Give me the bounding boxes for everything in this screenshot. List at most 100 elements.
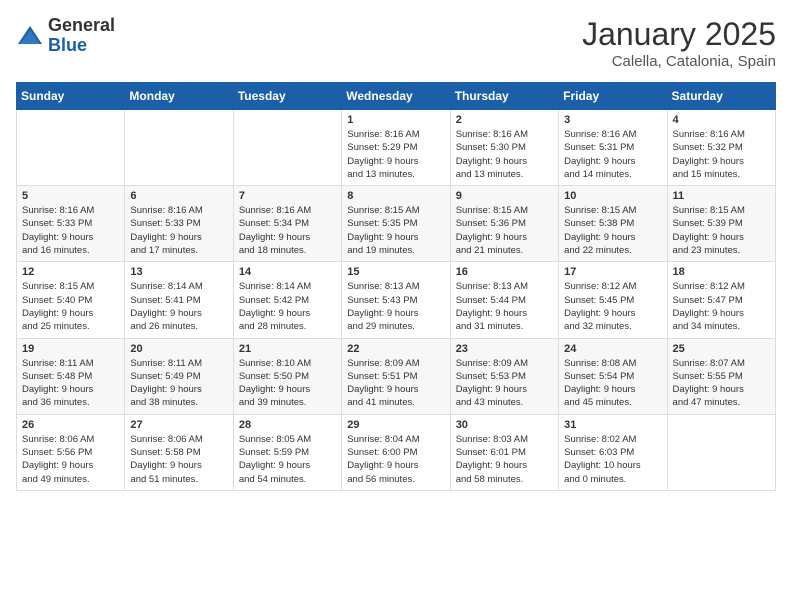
day-info: Sunrise: 8:16 AM Sunset: 5:32 PM Dayligh… <box>673 128 770 181</box>
day-number: 14 <box>239 266 336 278</box>
month-title: January 2025 <box>582 16 776 53</box>
day-number: 6 <box>130 190 227 202</box>
calendar-cell: 12 Sunrise: 8:15 AM Sunset: 5:40 PM Dayli… <box>17 262 125 338</box>
page-header: General Blue January 2025 Calella, Catal… <box>16 16 776 70</box>
day-info: Sunrise: 8:02 AM Sunset: 6:03 PM Dayligh… <box>564 433 661 486</box>
day-info: Sunrise: 8:11 AM Sunset: 5:48 PM Dayligh… <box>22 357 119 410</box>
calendar-cell: 3 Sunrise: 8:16 AM Sunset: 5:31 PM Daylig… <box>559 110 667 186</box>
day-number: 21 <box>239 343 336 355</box>
calendar-cell: 21 Sunrise: 8:10 AM Sunset: 5:50 PM Dayli… <box>233 338 341 414</box>
day-number: 31 <box>564 419 661 431</box>
calendar-cell: 26 Sunrise: 8:06 AM Sunset: 5:56 PM Dayli… <box>17 414 125 490</box>
day-number: 7 <box>239 190 336 202</box>
calendar-cell: 8 Sunrise: 8:15 AM Sunset: 5:35 PM Daylig… <box>342 186 450 262</box>
day-number: 8 <box>347 190 444 202</box>
calendar-cell: 1Sunrise: 8:16 AM Sunset: 5:29 PM Daylig… <box>342 110 450 186</box>
calendar-cell: 29 Sunrise: 8:04 AM Sunset: 6:00 PM Dayli… <box>342 414 450 490</box>
logo-text: General Blue <box>48 16 115 56</box>
calendar-cell <box>125 110 233 186</box>
calendar-cell: 15 Sunrise: 8:13 AM Sunset: 5:43 PM Dayli… <box>342 262 450 338</box>
calendar-cell: 22 Sunrise: 8:09 AM Sunset: 5:51 PM Dayli… <box>342 338 450 414</box>
calendar-cell: 16Sunrise: 8:13 AM Sunset: 5:44 PM Dayli… <box>450 262 558 338</box>
logo-blue: Blue <box>48 36 115 56</box>
calendar-cell: 18 Sunrise: 8:12 AM Sunset: 5:47 PM Dayli… <box>667 262 775 338</box>
day-number: 5 <box>22 190 119 202</box>
calendar-week-row: 12 Sunrise: 8:15 AM Sunset: 5:40 PM Dayli… <box>17 262 776 338</box>
day-info: Sunrise: 8:15 AM Sunset: 5:35 PM Dayligh… <box>347 204 444 257</box>
day-info: Sunrise: 8:06 AM Sunset: 5:56 PM Dayligh… <box>22 433 119 486</box>
day-info: Sunrise: 8:08 AM Sunset: 5:54 PM Dayligh… <box>564 357 661 410</box>
day-info: Sunrise: 8:13 AM Sunset: 5:43 PM Dayligh… <box>347 280 444 333</box>
day-info: Sunrise: 8:16 AM Sunset: 5:34 PM Dayligh… <box>239 204 336 257</box>
day-info: Sunrise: 8:16 AM Sunset: 5:31 PM Dayligh… <box>564 128 661 181</box>
calendar-cell: 2 Sunrise: 8:16 AM Sunset: 5:30 PM Daylig… <box>450 110 558 186</box>
day-number: 27 <box>130 419 227 431</box>
calendar-cell: 24 Sunrise: 8:08 AM Sunset: 5:54 PM Dayli… <box>559 338 667 414</box>
day-info: Sunrise: 8:16 AM Sunset: 5:33 PM Dayligh… <box>22 204 119 257</box>
weekday-header: Friday <box>559 83 667 110</box>
calendar-cell: 23Sunrise: 8:09 AM Sunset: 5:53 PM Dayli… <box>450 338 558 414</box>
day-info: Sunrise: 8:15 AM Sunset: 5:39 PM Dayligh… <box>673 204 770 257</box>
day-number: 4 <box>673 114 770 126</box>
day-info: Sunrise: 8:14 AM Sunset: 5:41 PM Dayligh… <box>130 280 227 333</box>
day-info: Sunrise: 8:03 AM Sunset: 6:01 PM Dayligh… <box>456 433 553 486</box>
weekday-header: Tuesday <box>233 83 341 110</box>
weekday-header: Saturday <box>667 83 775 110</box>
day-number: 17 <box>564 266 661 278</box>
day-info: Sunrise: 8:10 AM Sunset: 5:50 PM Dayligh… <box>239 357 336 410</box>
day-number: 20 <box>130 343 227 355</box>
day-info: Sunrise: 8:09 AM Sunset: 5:51 PM Dayligh… <box>347 357 444 410</box>
calendar-cell: 25Sunrise: 8:07 AM Sunset: 5:55 PM Dayli… <box>667 338 775 414</box>
day-info: Sunrise: 8:15 AM Sunset: 5:38 PM Dayligh… <box>564 204 661 257</box>
day-number: 29 <box>347 419 444 431</box>
day-number: 11 <box>673 190 770 202</box>
day-info: Sunrise: 8:06 AM Sunset: 5:58 PM Dayligh… <box>130 433 227 486</box>
calendar-week-row: 19Sunrise: 8:11 AM Sunset: 5:48 PM Dayli… <box>17 338 776 414</box>
calendar-cell: 6 Sunrise: 8:16 AM Sunset: 5:33 PM Daylig… <box>125 186 233 262</box>
day-info: Sunrise: 8:12 AM Sunset: 5:47 PM Dayligh… <box>673 280 770 333</box>
day-number: 18 <box>673 266 770 278</box>
calendar-cell: 9Sunrise: 8:15 AM Sunset: 5:36 PM Daylig… <box>450 186 558 262</box>
calendar-cell <box>17 110 125 186</box>
calendar-cell: 4 Sunrise: 8:16 AM Sunset: 5:32 PM Daylig… <box>667 110 775 186</box>
day-number: 10 <box>564 190 661 202</box>
calendar-cell: 17Sunrise: 8:12 AM Sunset: 5:45 PM Dayli… <box>559 262 667 338</box>
day-info: Sunrise: 8:16 AM Sunset: 5:30 PM Dayligh… <box>456 128 553 181</box>
day-info: Sunrise: 8:16 AM Sunset: 5:29 PM Dayligh… <box>347 128 444 181</box>
calendar-week-row: 5 Sunrise: 8:16 AM Sunset: 5:33 PM Daylig… <box>17 186 776 262</box>
day-number: 23 <box>456 343 553 355</box>
day-number: 13 <box>130 266 227 278</box>
calendar-cell: 19Sunrise: 8:11 AM Sunset: 5:48 PM Dayli… <box>17 338 125 414</box>
day-info: Sunrise: 8:04 AM Sunset: 6:00 PM Dayligh… <box>347 433 444 486</box>
day-number: 2 <box>456 114 553 126</box>
day-number: 22 <box>347 343 444 355</box>
day-info: Sunrise: 8:15 AM Sunset: 5:40 PM Dayligh… <box>22 280 119 333</box>
logo-icon <box>16 22 44 50</box>
calendar-cell: 28Sunrise: 8:05 AM Sunset: 5:59 PM Dayli… <box>233 414 341 490</box>
calendar-header-row: SundayMondayTuesdayWednesdayThursdayFrid… <box>17 83 776 110</box>
day-number: 9 <box>456 190 553 202</box>
calendar-cell: 31 Sunrise: 8:02 AM Sunset: 6:03 PM Dayli… <box>559 414 667 490</box>
calendar-table: SundayMondayTuesdayWednesdayThursdayFrid… <box>16 82 776 491</box>
day-number: 12 <box>22 266 119 278</box>
day-number: 28 <box>239 419 336 431</box>
location-title: Calella, Catalonia, Spain <box>582 53 776 70</box>
calendar-week-row: 26 Sunrise: 8:06 AM Sunset: 5:56 PM Dayli… <box>17 414 776 490</box>
weekday-header: Sunday <box>17 83 125 110</box>
day-number: 15 <box>347 266 444 278</box>
calendar-cell <box>233 110 341 186</box>
day-number: 3 <box>564 114 661 126</box>
calendar-cell: 20 Sunrise: 8:11 AM Sunset: 5:49 PM Dayli… <box>125 338 233 414</box>
calendar-cell: 7 Sunrise: 8:16 AM Sunset: 5:34 PM Daylig… <box>233 186 341 262</box>
day-number: 24 <box>564 343 661 355</box>
day-info: Sunrise: 8:14 AM Sunset: 5:42 PM Dayligh… <box>239 280 336 333</box>
weekday-header: Monday <box>125 83 233 110</box>
calendar-cell: 13 Sunrise: 8:14 AM Sunset: 5:41 PM Dayli… <box>125 262 233 338</box>
day-number: 16 <box>456 266 553 278</box>
title-block: January 2025 Calella, Catalonia, Spain <box>582 16 776 70</box>
day-number: 26 <box>22 419 119 431</box>
logo: General Blue <box>16 16 115 56</box>
day-info: Sunrise: 8:16 AM Sunset: 5:33 PM Dayligh… <box>130 204 227 257</box>
weekday-header: Thursday <box>450 83 558 110</box>
day-info: Sunrise: 8:11 AM Sunset: 5:49 PM Dayligh… <box>130 357 227 410</box>
